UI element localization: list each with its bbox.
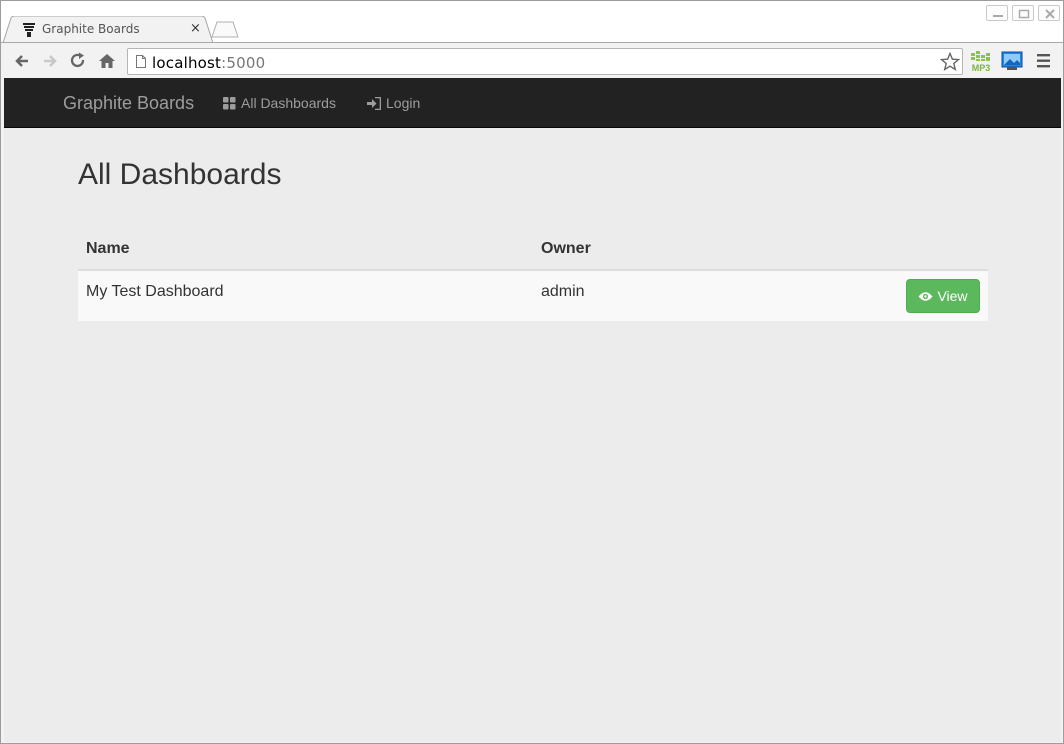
nav-login-label: Login [386, 95, 421, 111]
cell-dashboard-owner: admin [541, 283, 585, 300]
grid-icon [223, 96, 236, 109]
tab-close-icon[interactable]: × [190, 21, 201, 36]
back-arrow-icon[interactable] [12, 51, 32, 71]
tab-strip: Graphite Boards × [1, 1, 1063, 43]
column-header-actions [833, 227, 988, 271]
url-port: :5000 [221, 54, 266, 72]
url-text: localhost:5000 [152, 54, 265, 72]
cell-dashboard-name: My Test Dashboard [86, 283, 224, 300]
dashboards-table: Name Owner My Test Dashboard admin View [78, 227, 988, 321]
screenshot-extension-icon[interactable] [1001, 50, 1023, 72]
cell-actions: View [833, 270, 988, 321]
close-icon [1045, 9, 1055, 19]
tab-title: Graphite Boards [42, 22, 140, 36]
eye-icon [918, 291, 933, 301]
top-navbar: Graphite Boards All Dashboards Login [4, 78, 1061, 128]
nav-all-dashboards-label: All Dashboards [241, 95, 336, 111]
mp3-extension-icon[interactable]: MP3 [970, 50, 992, 72]
nav-login[interactable]: Login [367, 95, 420, 111]
column-header-name: Name [78, 227, 533, 271]
page-viewport: Graphite Boards All Dashboards Login All… [4, 78, 1061, 742]
page-title: All Dashboards [78, 158, 282, 191]
minimize-button[interactable] [986, 5, 1008, 21]
login-icon [367, 96, 381, 110]
page-icon [136, 55, 146, 68]
view-dashboard-button[interactable]: View [906, 279, 980, 313]
table-row: My Test Dashboard admin View [78, 270, 988, 321]
reload-icon[interactable] [68, 51, 88, 71]
browser-window: Graphite Boards × localhost:5000 MP3 Gra… [0, 0, 1064, 744]
maximize-button[interactable] [1012, 5, 1034, 21]
home-icon[interactable] [97, 51, 117, 71]
menu-hamburger-icon[interactable] [1033, 50, 1055, 72]
view-button-label: View [937, 288, 968, 304]
forward-arrow-icon[interactable] [40, 51, 60, 71]
address-bar[interactable]: localhost:5000 [127, 48, 963, 75]
graphite-favicon-icon [23, 23, 35, 37]
nav-all-dashboards[interactable]: All Dashboards [223, 95, 336, 111]
browser-toolbar: localhost:5000 MP3 [1, 42, 1063, 78]
minimize-icon [993, 15, 1003, 17]
url-host: localhost [152, 54, 222, 72]
new-tab-button[interactable] [211, 21, 239, 38]
maximize-icon [1018, 9, 1030, 19]
close-window-button[interactable] [1038, 5, 1060, 21]
column-header-owner: Owner [533, 227, 833, 271]
bookmark-star-icon[interactable] [940, 52, 960, 72]
svg-text:MP3: MP3 [972, 63, 991, 72]
table-header-row: Name Owner [78, 227, 988, 271]
navbar-brand[interactable]: Graphite Boards [63, 93, 194, 114]
